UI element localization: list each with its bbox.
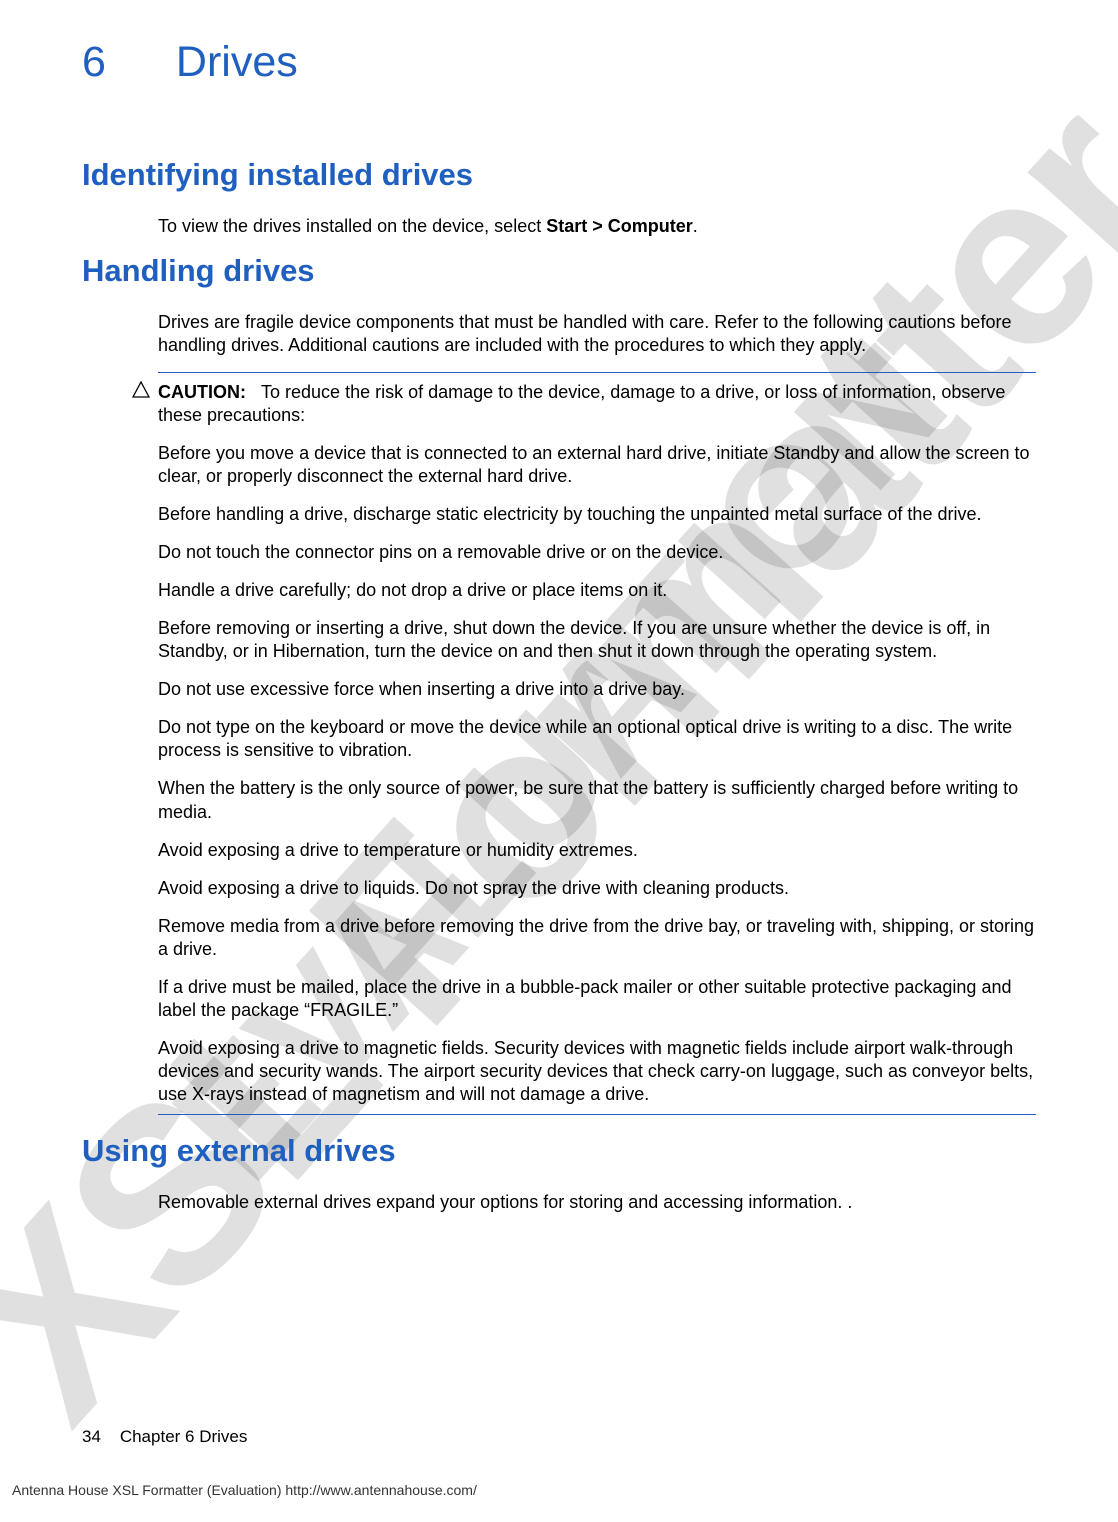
text-segment: To view the drives installed on the devi… (158, 216, 546, 236)
footer-label: Chapter 6 Drives (120, 1427, 248, 1446)
caution-paragraph: Do not use excessive force when insertin… (158, 678, 1036, 701)
section-identifying-title: Identifying installed drives (82, 157, 1036, 193)
caution-paragraph: If a drive must be mailed, place the dri… (158, 976, 1036, 1022)
caution-block: CAUTION: To reduce the risk of damage to… (158, 372, 1036, 1115)
caution-paragraph: Before handling a drive, discharge stati… (158, 503, 1036, 526)
caution-icon (132, 381, 150, 404)
caution-paragraph: Do not touch the connector pins on a rem… (158, 541, 1036, 564)
caution-first-paragraph: CAUTION: To reduce the risk of damage to… (158, 381, 1036, 427)
chapter-title: 6 Drives (82, 38, 1036, 87)
chapter-number: 6 (82, 38, 106, 87)
caution-paragraph: Before you move a device that is connect… (158, 442, 1036, 488)
page-content: 6 Drives Identifying installed drives To … (0, 0, 1118, 1259)
caution-label: CAUTION: (158, 382, 246, 402)
section-identifying-text: To view the drives installed on the devi… (158, 215, 1036, 238)
caution-first-text: To reduce the risk of damage to the devi… (158, 382, 1005, 425)
caution-paragraph: Avoid exposing a drive to liquids. Do no… (158, 877, 1036, 900)
evaluation-footer: Antenna House XSL Formatter (Evaluation)… (12, 1482, 477, 1498)
caution-paragraph: Handle a drive carefully; do not drop a … (158, 579, 1036, 602)
section-handling-title: Handling drives (82, 253, 1036, 289)
page-footer: 34 Chapter 6 Drives (82, 1427, 247, 1447)
text-segment: . (693, 216, 698, 236)
page-number: 34 (82, 1427, 101, 1446)
caution-paragraph: Avoid exposing a drive to temperature or… (158, 839, 1036, 862)
caution-paragraph: When the battery is the only source of p… (158, 777, 1036, 823)
section-handling-intro: Drives are fragile device components tha… (158, 311, 1036, 357)
caution-paragraph: Remove media from a drive before removin… (158, 915, 1036, 961)
caution-paragraph: Do not type on the keyboard or move the … (158, 716, 1036, 762)
menu-path-bold: Start > Computer (546, 216, 693, 236)
chapter-name: Drives (176, 38, 298, 86)
caution-paragraph: Before removing or inserting a drive, sh… (158, 617, 1036, 663)
section-external-title: Using external drives (82, 1133, 1036, 1169)
section-external-text: Removable external drives expand your op… (158, 1191, 1036, 1214)
caution-paragraph: Avoid exposing a drive to magnetic field… (158, 1037, 1036, 1106)
